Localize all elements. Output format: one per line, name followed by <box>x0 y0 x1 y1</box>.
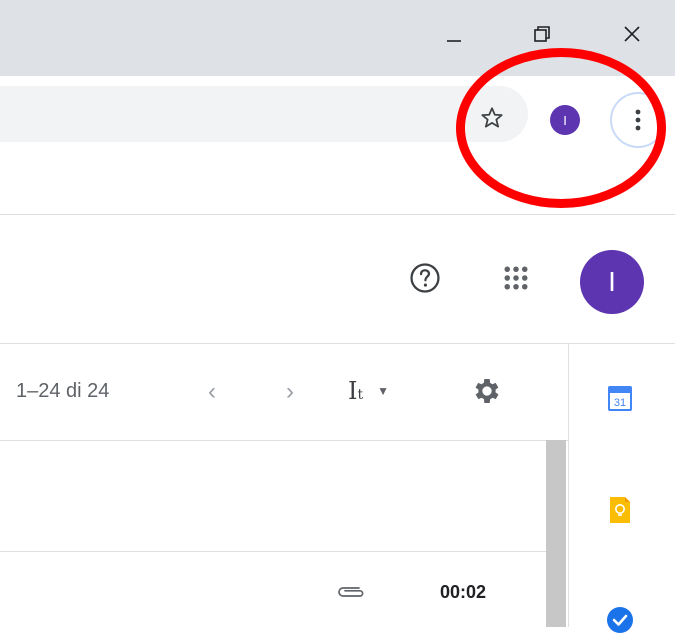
browser-profile-avatar[interactable]: I <box>550 105 580 135</box>
attachment-indicator <box>333 580 367 604</box>
browser-toolbar: I <box>0 76 675 152</box>
window-titlebar <box>0 0 675 76</box>
account-avatar[interactable]: I <box>580 250 644 314</box>
input-tools-button[interactable]: It ▼ <box>348 374 389 408</box>
restore-button[interactable] <box>522 14 562 54</box>
pagination-range: 1–24 di 24 <box>16 380 110 402</box>
chevron-right-icon: › <box>286 378 294 405</box>
apps-grid-icon <box>504 266 528 290</box>
tasks-button[interactable] <box>606 606 634 634</box>
restore-icon <box>534 26 550 42</box>
browser-menu-button[interactable] <box>610 92 666 148</box>
address-bar[interactable] <box>0 86 528 142</box>
email-list-scrollbar[interactable] <box>546 440 566 627</box>
keep-icon <box>610 497 630 523</box>
calendar-day: 31 <box>614 397 626 409</box>
close-window-button[interactable] <box>612 14 652 54</box>
chevron-left-icon: ‹ <box>208 378 216 405</box>
keep-button[interactable] <box>606 496 634 524</box>
gmail-header <box>0 215 675 344</box>
star-icon <box>481 107 503 128</box>
close-icon <box>624 26 640 42</box>
minimize-icon <box>447 40 461 42</box>
google-apps-button[interactable] <box>496 258 536 298</box>
previous-page-button[interactable]: ‹ <box>196 376 228 408</box>
bookmarks-bar <box>0 152 675 215</box>
settings-button[interactable] <box>468 372 506 410</box>
help-icon <box>410 263 440 293</box>
help-button[interactable] <box>405 258 445 298</box>
bookmark-star-button[interactable] <box>472 98 512 138</box>
density-icon: It <box>348 377 364 405</box>
email-time: 00:02 <box>440 582 487 602</box>
tasks-icon <box>607 607 633 633</box>
gear-icon <box>475 379 499 403</box>
next-page-button[interactable]: › <box>274 376 306 408</box>
minimize-button[interactable] <box>434 14 474 54</box>
table-row[interactable] <box>0 441 546 552</box>
side-panel-divider <box>568 344 569 627</box>
caret-down-icon: ▼ <box>377 384 390 398</box>
calendar-button[interactable]: 31 <box>606 384 634 412</box>
kebab-menu-icon <box>635 109 641 131</box>
calendar-icon: 31 <box>608 386 632 411</box>
paperclip-icon <box>338 587 364 597</box>
